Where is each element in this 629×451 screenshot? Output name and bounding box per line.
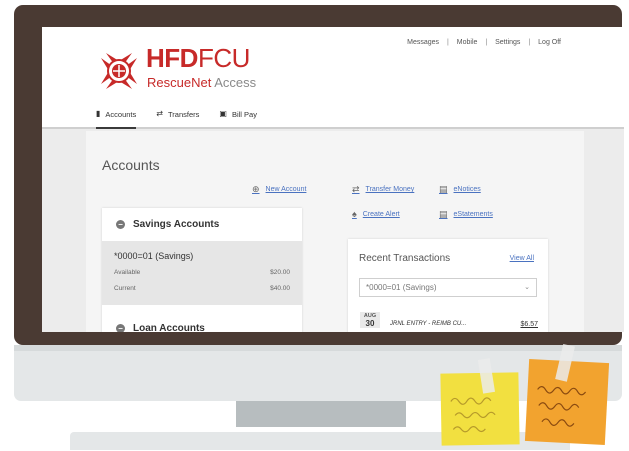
link-label: Transfer Money — [365, 186, 415, 193]
document-icon: ▤ — [439, 209, 448, 219]
transaction-row[interactable]: AUG 30 JRNL ENTRY - REIMB CU... $6.57 — [360, 312, 538, 332]
available-label: Available — [114, 269, 141, 276]
link-label: New Account — [265, 186, 307, 193]
link-label: Create Alert — [362, 210, 400, 218]
brand-name: HFDFCU — [146, 45, 250, 71]
monitor-frame: Messages | Mobile | Settings | Log Off H… — [14, 5, 624, 345]
maltese-cross-logo-icon — [101, 53, 137, 89]
transfer-arrows-icon: ⇄ — [156, 109, 163, 118]
brand-name-thin: FCU — [197, 43, 250, 73]
plus-circle-icon: ⊕ — [252, 184, 260, 194]
transaction-date: AUG 30 — [360, 312, 380, 328]
transfer-money-link[interactable]: ⇄ Transfer Money — [352, 184, 414, 195]
settings-link[interactable]: Settings — [495, 39, 520, 46]
tab-accounts[interactable]: ▮ Accounts — [96, 107, 137, 129]
main-nav: ▮ Accounts ⇄ Transfers ▣ Bill Pay — [96, 107, 257, 129]
messages-link[interactable]: Messages — [407, 39, 439, 46]
tab-bill-pay[interactable]: ▣ Bill Pay — [219, 107, 257, 129]
brand-name-bold: HFD — [146, 43, 198, 73]
tab-label: Bill Pay — [231, 110, 257, 119]
recent-transactions-heading: Recent Transactions — [359, 253, 451, 264]
monitor-chin-shade — [14, 345, 622, 351]
view-all-link[interactable]: View All — [510, 255, 534, 262]
tab-label: Accounts — [105, 110, 137, 119]
available-value: $20.00 — [270, 269, 290, 276]
current-value: $40.00 — [270, 285, 290, 292]
loan-accounts-header[interactable]: − Loan Accounts — [102, 317, 302, 332]
account-select-value: *0000=01 (Savings) — [366, 283, 437, 292]
collapse-icon: − — [116, 220, 125, 229]
mobile-link[interactable]: Mobile — [457, 39, 478, 46]
scribble-icon — [450, 397, 496, 433]
top-links: Messages | Mobile | Settings | Log Off — [404, 39, 564, 46]
transaction-amount: $6.57 — [520, 321, 538, 328]
transfer-arrows-icon: ⇄ — [352, 184, 360, 194]
calendar-icon: ▣ — [219, 109, 227, 118]
collapse-icon: − — [116, 323, 125, 332]
savings-accounts-header[interactable]: − Savings Accounts — [102, 208, 302, 241]
create-alert-link[interactable]: ♠ Create Alert — [352, 209, 400, 219]
account-select[interactable]: *0000=01 (Savings) ⌄ — [359, 278, 537, 297]
monitor-stand-neck — [236, 401, 406, 427]
available-line: Available $20.00 — [114, 269, 290, 276]
savings-account-row[interactable]: *0000=01 (Savings) Available $20.00 Curr… — [102, 241, 302, 305]
yellow-sticky-note — [440, 358, 520, 446]
current-label: Current — [114, 285, 136, 292]
tab-label: Transfers — [167, 110, 200, 119]
savings-heading: Savings Accounts — [133, 219, 220, 230]
tab-transfers[interactable]: ⇄ Transfers — [156, 107, 199, 129]
log-off-link[interactable]: Log Off — [538, 39, 561, 46]
chevron-down-icon: ⌄ — [524, 284, 530, 291]
book-icon: ▮ — [96, 109, 101, 118]
orange-sticky-note — [524, 343, 610, 446]
separator: | — [528, 39, 531, 46]
bell-icon: ♠ — [352, 209, 357, 219]
current-line: Current $40.00 — [114, 285, 290, 292]
estatements-link[interactable]: ▤ eStatements — [439, 209, 493, 220]
transaction-description: JRNL ENTRY - REIMB CU... — [390, 321, 467, 327]
screen: Messages | Mobile | Settings | Log Off H… — [42, 27, 624, 332]
loans-heading: Loan Accounts — [133, 322, 205, 333]
enotices-link[interactable]: ▤ eNotices — [439, 184, 481, 195]
document-icon: ▤ — [439, 184, 448, 194]
transaction-day: 30 — [365, 319, 375, 328]
separator: | — [446, 39, 449, 46]
brand-sub-strong: RescueNet — [147, 75, 212, 90]
app-header: Messages | Mobile | Settings | Log Off H… — [42, 27, 624, 129]
link-label: eStatements — [453, 211, 493, 218]
transaction-month: AUG — [363, 313, 377, 319]
link-label: eNotices — [453, 186, 481, 193]
separator: | — [485, 39, 488, 46]
brand-subtitle: RescueNet Access — [147, 75, 256, 90]
account-name: *0000=01 (Savings) — [114, 251, 194, 261]
brand-sub-light: Access — [211, 75, 257, 90]
new-account-link[interactable]: ⊕ New Account — [252, 184, 306, 195]
recent-transactions-card: Recent Transactions View All *0000=01 (S… — [348, 239, 548, 332]
accounts-card: − Savings Accounts *0000=01 (Savings) Av… — [102, 208, 302, 332]
page-title: Accounts — [102, 157, 160, 173]
